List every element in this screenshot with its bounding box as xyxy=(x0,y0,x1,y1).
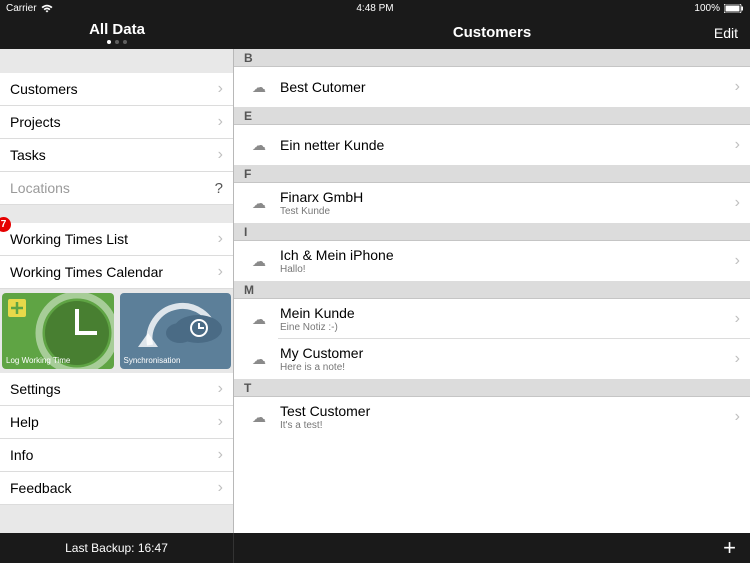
chevron-right-icon: › xyxy=(218,230,223,248)
sidebar-item-label: Locations xyxy=(10,180,215,196)
customer-row[interactable]: Test CustomerIt's a test!› xyxy=(234,397,750,437)
toolbar: Last Backup: 16:47 + xyxy=(0,533,750,563)
nav-right: Customers Edit xyxy=(234,16,750,49)
sidebar-item-label: Info xyxy=(10,447,218,463)
page-dots[interactable] xyxy=(107,40,127,44)
sidebar-item-label: Working Times Calendar xyxy=(10,264,218,280)
sidebar-item: Locations? xyxy=(0,172,233,205)
page-title: Customers xyxy=(453,24,531,41)
customer-name: Mein Kunde xyxy=(280,305,735,321)
customer-note: Here is a note! xyxy=(280,362,735,373)
sidebar-item-label: Settings xyxy=(10,381,218,397)
section-header: M xyxy=(234,281,750,299)
section-header: I xyxy=(234,223,750,241)
tile-label: Synchronisation xyxy=(124,356,181,365)
chevron-right-icon: › xyxy=(735,408,740,426)
wifi-icon xyxy=(41,4,53,13)
sidebar-item-label: Customers xyxy=(10,81,218,97)
chevron-right-icon: › xyxy=(218,380,223,398)
section-header: F xyxy=(234,165,750,183)
sidebar-item-label: Help xyxy=(10,414,218,430)
sidebar-item-label: Projects xyxy=(10,114,218,130)
customer-name: Finarx GmbH xyxy=(280,189,735,205)
sidebar-item[interactable]: Projects› xyxy=(0,106,233,139)
clock: 4:48 PM xyxy=(356,3,393,14)
sidebar-item[interactable]: Help› xyxy=(0,406,233,439)
chevron-right-icon: › xyxy=(735,136,740,154)
sidebar-item[interactable]: Settings› xyxy=(0,373,233,406)
sidebar-title: All Data xyxy=(89,21,145,38)
sync-tile[interactable]: Synchronisation xyxy=(120,293,232,369)
section-header: T xyxy=(234,379,750,397)
section-header: E xyxy=(234,107,750,125)
chevron-right-icon: › xyxy=(218,446,223,464)
sidebar-item[interactable]: 7Working Times List› xyxy=(0,223,233,256)
sidebar-item-label: Tasks xyxy=(10,147,218,163)
customer-name: Test Customer xyxy=(280,403,735,419)
cloud-icon xyxy=(248,79,270,96)
chevron-right-icon: › xyxy=(735,252,740,270)
customer-row[interactable]: Ein netter Kunde› xyxy=(234,125,750,165)
customer-name: Ein netter Kunde xyxy=(280,137,735,153)
customer-note: Hallo! xyxy=(280,264,735,275)
customer-note: Eine Notiz :-) xyxy=(280,322,735,333)
chevron-right-icon: › xyxy=(218,413,223,431)
chevron-right-icon: › xyxy=(218,146,223,164)
sidebar-item-label: Feedback xyxy=(10,480,218,496)
customer-row[interactable]: Mein KundeEine Notiz :-)› xyxy=(234,299,750,339)
sidebar-item-label: Working Times List xyxy=(10,231,218,247)
status-bar: Carrier 4:48 PM 100% xyxy=(0,0,750,16)
chevron-right-icon: › xyxy=(218,113,223,131)
nav-bar: All Data Customers Edit xyxy=(0,16,750,49)
customer-name: My Customer xyxy=(280,345,735,361)
chevron-right-icon: › xyxy=(735,78,740,96)
customer-row[interactable]: Finarx GmbHTest Kunde› xyxy=(234,183,750,223)
sidebar-item[interactable]: Feedback› xyxy=(0,472,233,505)
carrier-label: Carrier xyxy=(6,3,37,14)
help-icon[interactable]: ? xyxy=(215,180,223,197)
cloud-icon xyxy=(248,137,270,154)
badge: 7 xyxy=(0,217,11,232)
customer-list[interactable]: BBest Cutomer›EEin netter Kunde›FFinarx … xyxy=(234,49,750,533)
battery-icon xyxy=(724,4,744,13)
edit-button[interactable]: Edit xyxy=(714,25,738,41)
chevron-right-icon: › xyxy=(735,194,740,212)
cloud-icon xyxy=(248,195,270,212)
customer-name: Ich & Mein iPhone xyxy=(280,247,735,263)
customer-row[interactable]: My CustomerHere is a note!› xyxy=(234,339,750,379)
sidebar-item[interactable]: Customers› xyxy=(0,73,233,106)
backup-status[interactable]: Last Backup: 16:47 xyxy=(0,533,234,563)
chevron-right-icon: › xyxy=(735,310,740,328)
customer-row[interactable]: Ich & Mein iPhoneHallo!› xyxy=(234,241,750,281)
cloud-icon xyxy=(248,253,270,270)
chevron-right-icon: › xyxy=(735,350,740,368)
cloud-icon xyxy=(248,311,270,328)
nav-left: All Data xyxy=(0,16,234,49)
customer-note: It's a test! xyxy=(280,420,735,431)
section-header: B xyxy=(234,49,750,67)
sidebar-item[interactable]: Tasks› xyxy=(0,139,233,172)
cloud-icon xyxy=(248,351,270,368)
chevron-right-icon: › xyxy=(218,80,223,98)
chevron-right-icon: › xyxy=(218,479,223,497)
tile-label: Log Working Time xyxy=(6,356,70,365)
log-time-tile[interactable]: Log Working Time xyxy=(2,293,114,369)
battery-percent: 100% xyxy=(694,3,720,14)
sidebar: Customers›Projects›Tasks›Locations? 7Wor… xyxy=(0,49,234,533)
sidebar-item[interactable]: Working Times Calendar› xyxy=(0,256,233,289)
sidebar-item[interactable]: Info› xyxy=(0,439,233,472)
add-button[interactable]: + xyxy=(234,533,750,563)
customer-name: Best Cutomer xyxy=(280,79,735,95)
chevron-right-icon: › xyxy=(218,263,223,281)
customer-row[interactable]: Best Cutomer› xyxy=(234,67,750,107)
cloud-icon xyxy=(248,409,270,426)
customer-note: Test Kunde xyxy=(280,206,735,217)
